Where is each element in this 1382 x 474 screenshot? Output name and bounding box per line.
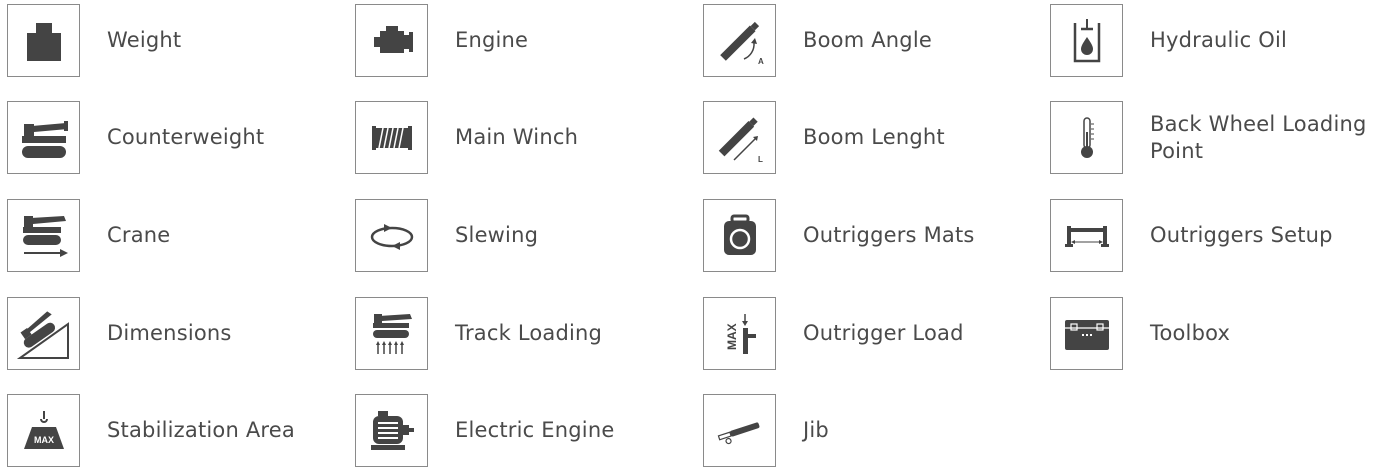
legend-item-crane: Crane: [7, 199, 347, 272]
legend-item-stabilization-area: MAX Stabilization Area: [7, 394, 347, 467]
max-badge: MAX: [34, 435, 54, 445]
legend-label: Outriggers Setup: [1150, 223, 1333, 247]
legend-item-toolbox: Toolbox: [1050, 297, 1382, 370]
legend-item-outrigger-load: MAX Outrigger Load: [703, 297, 1043, 370]
outriggers-mats-icon: [703, 199, 776, 272]
slewing-icon: [355, 199, 428, 272]
legend-label: Hydraulic Oil: [1150, 28, 1288, 52]
outrigger-load-icon: MAX: [703, 297, 776, 370]
legend-label: Main Winch: [455, 125, 579, 149]
legend-column-2: Engine Main Winch Slewing Track Loading …: [355, 0, 700, 474]
legend-item-outriggers-setup: Outriggers Setup: [1050, 199, 1382, 272]
legend-item-track-loading: Track Loading: [355, 297, 695, 370]
legend-item-outriggers-mats: Outriggers Mats: [703, 199, 1043, 272]
legend-item-boom-angle: A Boom Angle: [703, 4, 1043, 77]
legend-label: Dimensions: [107, 321, 232, 345]
legend-item-weight: Weight: [7, 4, 347, 77]
legend-label: Counterweight: [107, 125, 265, 149]
legend-label: Boom Lenght: [803, 125, 945, 149]
dimensions-icon: [7, 297, 80, 370]
legend-label: Outriggers Mats: [803, 223, 975, 247]
icon-legend-grid: Weight Counterweight Crane Dimensions MA…: [0, 0, 1382, 474]
legend-item-engine: Engine: [355, 4, 695, 77]
jib-icon: [703, 394, 776, 467]
crane-icon: [7, 199, 80, 272]
hydraulic-oil-icon: [1050, 4, 1123, 77]
legend-column-4: Hydraulic Oil Back Wheel Loading Point O…: [1050, 0, 1382, 474]
legend-column-1: Weight Counterweight Crane Dimensions MA…: [7, 0, 352, 474]
legend-item-counterweight: Counterweight: [7, 101, 347, 174]
legend-item-hydraulic-oil: Hydraulic Oil: [1050, 4, 1382, 77]
legend-label: Engine: [455, 28, 529, 52]
legend-label: Outrigger Load: [803, 321, 964, 345]
angle-badge: A: [758, 57, 764, 66]
length-badge: L: [758, 155, 763, 164]
legend-item-back-wheel-loading-point: Back Wheel Loading Point: [1050, 101, 1382, 174]
legend-label: Back Wheel Loading Point: [1150, 111, 1367, 163]
legend-item-boom-length: L Boom Lenght: [703, 101, 1043, 174]
legend-item-electric-engine: Electric Engine: [355, 394, 695, 467]
legend-label: Toolbox: [1150, 321, 1231, 345]
electric-engine-icon: [355, 394, 428, 467]
boom-angle-icon: A: [703, 4, 776, 77]
legend-column-3: A Boom Angle L Boom Lenght Outriggers Ma…: [703, 0, 1048, 474]
boom-length-icon: L: [703, 101, 776, 174]
engine-icon: [355, 4, 428, 77]
track-loading-icon: [355, 297, 428, 370]
legend-label: Boom Angle: [803, 28, 932, 52]
main-winch-icon: [355, 101, 428, 174]
legend-item-dimensions: Dimensions: [7, 297, 347, 370]
legend-item-main-winch: Main Winch: [355, 101, 695, 174]
legend-label: Electric Engine: [455, 418, 615, 442]
toolbox-icon: [1050, 297, 1123, 370]
counterweight-icon: [7, 101, 80, 174]
weight-icon: [7, 4, 80, 77]
outriggers-setup-icon: [1050, 199, 1123, 272]
legend-label: Track Loading: [455, 321, 603, 345]
legend-item-slewing: Slewing: [355, 199, 695, 272]
thermometer-icon: [1050, 101, 1123, 174]
legend-label: Jib: [803, 418, 829, 442]
legend-label: Stabilization Area: [107, 418, 295, 442]
legend-label: Weight: [107, 28, 182, 52]
legend-label: Slewing: [455, 223, 539, 247]
max-badge: MAX: [725, 323, 739, 350]
legend-item-jib: Jib: [703, 394, 1043, 467]
stabilization-area-icon: MAX: [7, 394, 80, 467]
legend-label: Crane: [107, 223, 171, 247]
